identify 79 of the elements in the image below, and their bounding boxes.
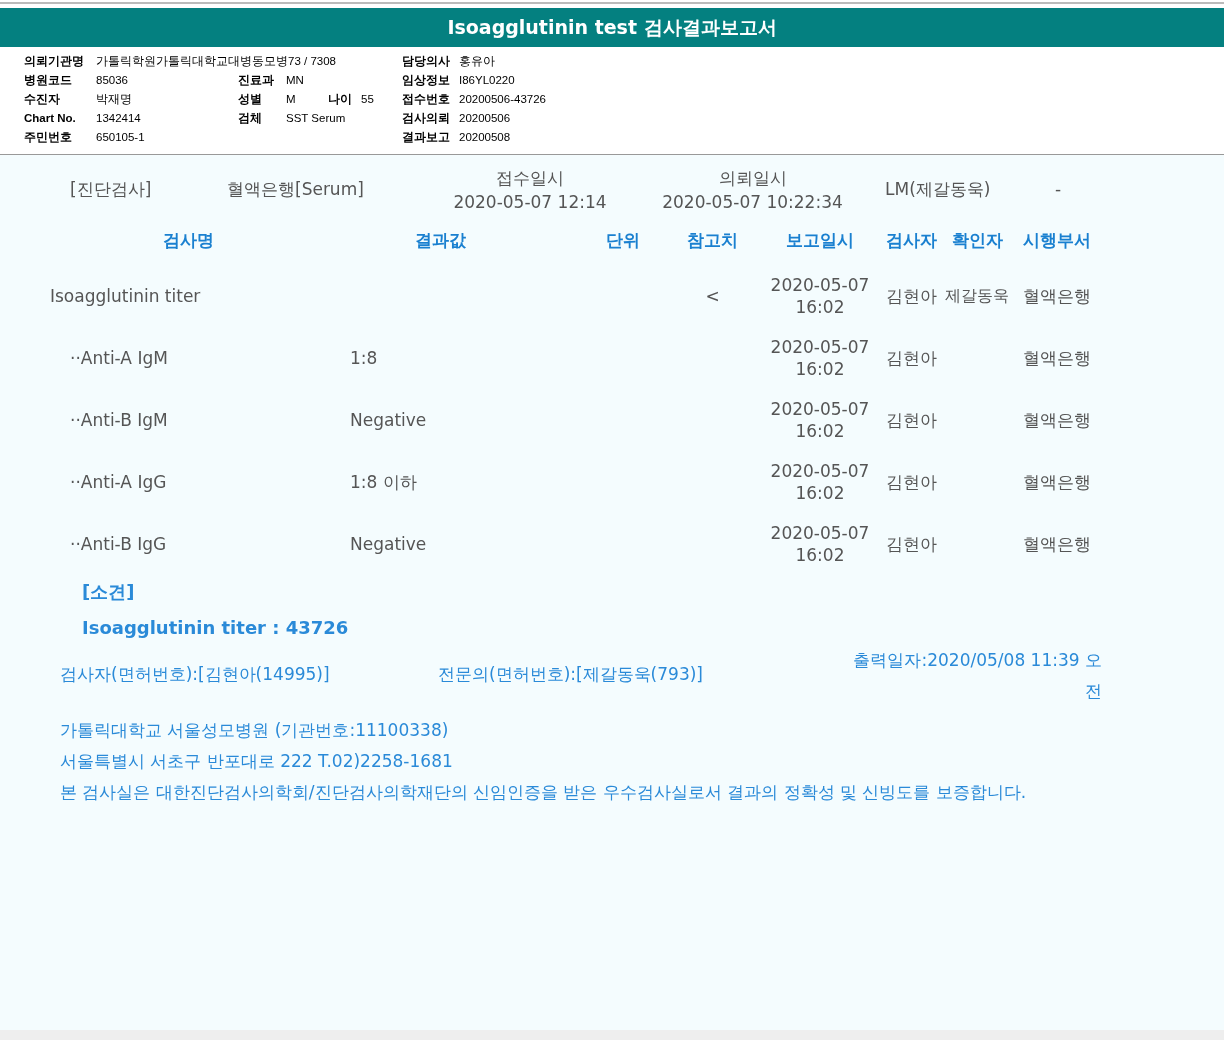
test-name-cell-text: ··Anti-A IgG xyxy=(69,471,168,494)
column-header: 참고치 xyxy=(686,228,739,252)
department-cell-text: 혈액은행 xyxy=(1022,285,1092,308)
result-cell-text: Negative xyxy=(350,533,428,556)
result-cell-text: Negative xyxy=(350,409,428,432)
status-text: - xyxy=(1055,179,1063,199)
findings-text: Isoagglutinin titer : 43726 xyxy=(82,617,350,639)
field-label: 검사의뢰 xyxy=(402,111,451,126)
report-date-cell-text: 2020-05-07 16:02 xyxy=(769,398,871,443)
field-value: 650105-1 xyxy=(96,130,146,145)
result-cell-text: 1:8 이하 xyxy=(350,471,418,494)
received-datetime: 2020-05-07 12:14 xyxy=(453,191,607,212)
footer-text: 가톨릭대학교 서울성모병원 (기관번호:11100338) xyxy=(60,719,450,742)
tester-cell-text: 김현아 xyxy=(884,285,938,308)
report-date-cell-text: 2020-05-07 16:02 xyxy=(769,336,871,381)
field-value: M xyxy=(286,92,297,107)
column-header: 시행부서 xyxy=(1022,228,1092,252)
field-label: 나이 xyxy=(328,92,353,107)
footer-text: 본 검사실은 대한진단검사의학회/진단검사의학재단의 신임인증을 받은 우수검사실로서 결과의 정확성 및 신빙도를 보증합니다. xyxy=(60,781,1028,804)
field-value: 20200506-43726 xyxy=(459,92,547,107)
field-value: 20200506 xyxy=(459,111,512,126)
tester-cell-text: 김현아 xyxy=(884,347,938,370)
report-date-cell-text: 2020-05-07 16:02 xyxy=(769,460,871,505)
field-value: 20200508 xyxy=(459,130,512,145)
field-label: 병원코드 xyxy=(24,73,73,88)
department-cell-text: 혈액은행 xyxy=(1022,471,1092,494)
tester-cell-text: 김현아 xyxy=(884,533,938,556)
field-value: 가톨릭학원가톨릭대학교대병동모병73 / 7308 xyxy=(96,54,337,69)
category-text: [진단검사] xyxy=(70,177,153,201)
field-value: 1342414 xyxy=(96,111,142,126)
test-name-cell-text: ··Anti-B IgG xyxy=(69,533,168,556)
physician-text: LM(제갈동욱) xyxy=(885,177,992,201)
field-value: 55 xyxy=(361,92,375,107)
requested-datetime: 2020-05-07 10:22:34 xyxy=(662,191,843,212)
field-label: Chart No. xyxy=(24,111,77,126)
department-text: 혈액은행[Serum] xyxy=(227,177,365,201)
field-label: 의뢰기관명 xyxy=(24,54,85,69)
test-name-cell-text: ··Anti-A IgM xyxy=(69,347,169,370)
field-label: 임상정보 xyxy=(402,73,451,88)
field-value: 85036 xyxy=(96,73,129,88)
footer-text: 서울특별시 서초구 반포대로 222 T.02)2258-1681 xyxy=(60,750,454,773)
field-label: 담당의사 xyxy=(402,54,451,69)
tester-cell-text: 김현아 xyxy=(884,471,938,494)
specialist-signature: 전문의(면허번호):[제갈동욱(793)] xyxy=(438,663,703,686)
test-name-cell-text: Isoagglutinin titer xyxy=(50,285,202,308)
received-label: 접수일시 xyxy=(496,166,564,190)
column-header: 검사명 xyxy=(162,228,215,252)
column-header: 단위 xyxy=(604,228,641,252)
department-cell-text: 혈액은행 xyxy=(1022,533,1092,556)
report-date-cell-text: 2020-05-07 16:02 xyxy=(769,522,871,567)
field-value: SST Serum xyxy=(286,111,347,126)
report-date-cell-text: 2020-05-07 16:02 xyxy=(769,274,871,319)
tester-cell-text: 김현아 xyxy=(884,409,938,432)
report-title: Isoagglutinin test 검사결과보고서 xyxy=(0,8,1224,47)
confirmer-cell-text: 제갈동욱 xyxy=(944,285,1010,307)
field-value: I86YL0220 xyxy=(459,73,516,88)
column-header: 결과값 xyxy=(414,228,467,252)
column-header: 보고일시 xyxy=(785,228,855,252)
field-label: 수진자 xyxy=(24,92,61,107)
print-date: 출력일자:2020/05/08 11:39 오전 xyxy=(852,649,1102,703)
result-cell-text: 1:8 xyxy=(350,347,379,370)
tester-signature: 검사자(면허번호):[김현아(14995)] xyxy=(60,663,331,686)
column-header: 검사자 xyxy=(884,228,938,252)
field-label: 주민번호 xyxy=(24,130,73,145)
column-header: 확인자 xyxy=(950,228,1004,252)
requested-label: 의뢰일시 xyxy=(718,166,787,190)
field-label: 결과보고 xyxy=(402,130,451,145)
field-label: 성별 xyxy=(238,92,263,107)
field-value: 홍유아 xyxy=(459,54,496,69)
field-value: 박재명 xyxy=(96,92,133,107)
field-label: 검체 xyxy=(238,111,263,126)
test-name-cell-text: ··Anti-B IgM xyxy=(69,409,169,432)
department-cell-text: 혈액은행 xyxy=(1022,409,1092,432)
department-cell-text: 혈액은행 xyxy=(1022,347,1092,370)
reference-cell-text: < xyxy=(704,285,721,308)
findings-heading: [소견] xyxy=(82,581,136,603)
field-value: MN xyxy=(286,73,305,88)
field-label: 접수번호 xyxy=(402,92,451,107)
field-label: 진료과 xyxy=(238,73,275,88)
